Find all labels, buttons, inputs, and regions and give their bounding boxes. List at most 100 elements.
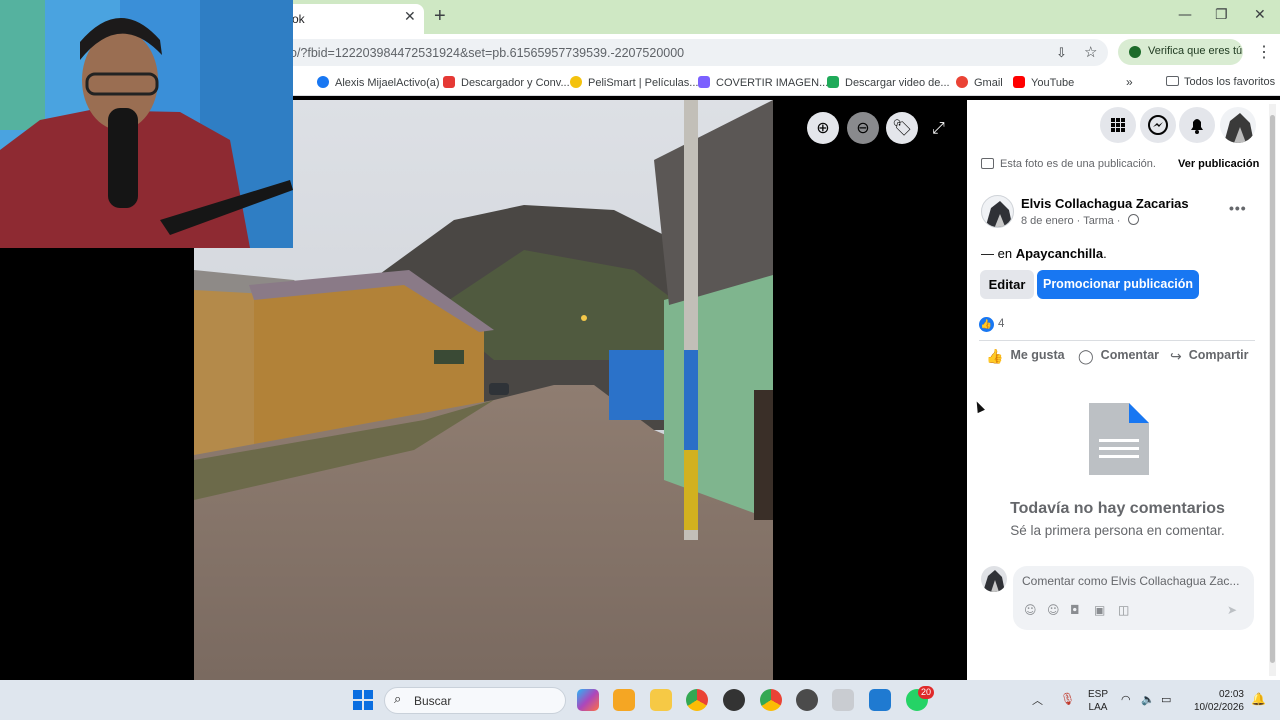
bookmark-item[interactable]: YouTube — [1013, 76, 1074, 89]
share-button[interactable]: ↪ Compartir — [1170, 348, 1248, 365]
microphone-icon[interactable]: 🎙 — [1060, 692, 1075, 706]
comment-bubble-icon: ◯ — [1078, 349, 1094, 365]
bookmark-item[interactable]: Descargador y Conv... — [443, 76, 570, 89]
author-name[interactable]: Elvis Collachagua Zacarias — [1021, 196, 1189, 211]
bookmark-item[interactable]: COVERTIR IMAGEN... — [698, 76, 828, 89]
post-meta: 8 de enero · Tarma · — [1021, 214, 1139, 227]
media-player-icon[interactable] — [796, 689, 818, 711]
scrollbar-thumb[interactable] — [1270, 115, 1275, 663]
volume-icon[interactable]: 🔈 — [1141, 693, 1155, 706]
promote-post-button[interactable]: Promocionar publicación — [1037, 270, 1199, 299]
profile-dot-icon — [1129, 46, 1141, 58]
document-icon — [1089, 403, 1149, 475]
heart-icon — [698, 76, 710, 88]
taskbar-search[interactable] — [384, 687, 566, 714]
search-label: Buscar — [414, 694, 452, 708]
zoom-in-button[interactable]: ⊕ — [807, 112, 839, 144]
bookmark-item[interactable]: Alexis MijaelActivo(a) — [317, 76, 440, 89]
like-reaction-icon[interactable]: 👍 — [979, 317, 994, 332]
edit-button[interactable]: Editar — [980, 270, 1034, 299]
copilot-icon[interactable] — [577, 689, 599, 711]
share-arrow-icon: ↪ — [1170, 349, 1182, 365]
avatar-icon — [1224, 113, 1254, 143]
send-icon[interactable]: ➤ — [1227, 603, 1237, 617]
chrome-profile-icon[interactable] — [723, 689, 745, 711]
tab-title: ok — [292, 12, 305, 26]
like-button[interactable]: 👍 Me gusta — [986, 348, 1065, 365]
post-place: Tarma — [1083, 215, 1114, 227]
notifications-button[interactable] — [1179, 107, 1215, 143]
divider — [979, 340, 1255, 341]
download-video-icon — [827, 76, 839, 88]
comment-button[interactable]: ◯ Comentar — [1078, 348, 1159, 365]
profile-avatar[interactable] — [1220, 107, 1256, 143]
notification-icon[interactable]: 🔔 — [1251, 692, 1266, 706]
all-bookmarks[interactable]: Todos los favoritos — [1166, 76, 1275, 88]
bookmark-item[interactable]: Gmail — [956, 76, 1003, 89]
avatar-icon — [983, 570, 1005, 592]
tray-chevron-icon[interactable]: ︿ — [1032, 692, 1043, 708]
zoom-out-button[interactable]: ⊖ — [847, 112, 879, 144]
gif-icon[interactable]: ▣ — [1094, 603, 1105, 617]
minimize-button[interactable]: — — [1178, 7, 1192, 23]
whatsapp-badge: 20 — [918, 686, 934, 699]
avatar-sticker-icon[interactable]: ☺ — [1024, 603, 1037, 617]
sticker-icon[interactable]: ◫ — [1118, 603, 1129, 617]
active-tab[interactable]: ok — [280, 4, 424, 34]
install-app-icon[interactable]: ⇩ — [1056, 45, 1067, 61]
google-icon — [956, 76, 968, 88]
url-text[interactable]: o/?fbid=122203984472531924&set=pb.615659… — [290, 46, 684, 60]
input-language[interactable]: ESP LAA — [1088, 688, 1108, 714]
clock[interactable]: 02:03 10/02/2026 — [1188, 688, 1244, 714]
grid-icon — [1111, 118, 1125, 132]
download-icon — [443, 76, 455, 88]
tag-button[interactable]: 🏷 — [886, 112, 918, 144]
camera-icon[interactable]: ◘ — [1070, 603, 1080, 617]
pelismart-icon — [570, 76, 582, 88]
tab-close-icon[interactable]: ✕ — [404, 8, 416, 25]
be-first-text: Sé la primera persona en comentar. — [1010, 523, 1225, 538]
folder-icon — [1166, 76, 1179, 86]
chrome-icon[interactable] — [686, 689, 708, 711]
more-bookmarks-icon[interactable]: » — [1126, 75, 1133, 89]
restore-button[interactable]: ❐ — [1215, 7, 1228, 23]
post-info-text: Esta foto es de una publicación. — [1000, 158, 1156, 170]
messenger-button[interactable] — [1140, 107, 1176, 143]
youtube-icon — [1013, 76, 1025, 88]
emoji-icon[interactable]: ☺ — [1047, 603, 1060, 617]
post-date[interactable]: 8 de enero — [1021, 215, 1074, 227]
view-post-link[interactable]: Ver publicación — [1178, 158, 1259, 170]
search-icon: ⌕ — [394, 692, 402, 707]
post-location: — en Apaycanchilla. — [981, 246, 1107, 261]
wifi-icon[interactable]: ◠ — [1121, 693, 1131, 706]
location-link[interactable]: Apaycanchilla — [1016, 246, 1103, 261]
thumbs-up-icon: 👍 — [986, 349, 1004, 365]
facebook-icon — [317, 76, 329, 88]
file-explorer-icon[interactable] — [650, 689, 672, 711]
chrome-alt-icon[interactable] — [760, 689, 782, 711]
new-tab-button[interactable]: + — [434, 5, 446, 28]
bookmark-star-icon[interactable]: ☆ — [1084, 43, 1097, 61]
no-comments-title: Todavía no hay comentarios — [1010, 500, 1225, 517]
commenter-avatar[interactable] — [981, 566, 1007, 592]
screen: ok ✕ + — ❐ ✕ o/?fbid=122203984472531924&… — [0, 0, 1280, 720]
like-count[interactable]: 4 — [998, 318, 1004, 330]
globe-icon — [1127, 214, 1139, 225]
comment-input[interactable]: Comentar como Elvis Collachagua Zac... — [1022, 574, 1244, 588]
photos-icon[interactable] — [869, 689, 891, 711]
close-window-button[interactable]: ✕ — [1254, 7, 1266, 23]
bookmark-item[interactable]: Descargar video de... — [827, 76, 950, 89]
expand-icon[interactable]: ⤢ — [932, 118, 945, 138]
author-avatar[interactable] — [981, 195, 1014, 228]
browser-menu-icon[interactable]: ⋮ — [1256, 42, 1272, 62]
post-options-icon[interactable]: ••• — [1229, 200, 1247, 216]
battery-icon[interactable]: ▭ — [1161, 693, 1171, 706]
search-app-icon[interactable] — [613, 689, 635, 711]
messenger-icon — [1148, 115, 1168, 135]
bookmark-item[interactable]: PeliSmart | Películas... — [570, 76, 698, 89]
post-info-icon — [981, 158, 994, 169]
menu-grid-icon[interactable] — [1100, 107, 1136, 143]
app-icon[interactable] — [832, 689, 854, 711]
windows-start-icon[interactable] — [353, 690, 373, 710]
webcam-overlay — [0, 0, 293, 248]
